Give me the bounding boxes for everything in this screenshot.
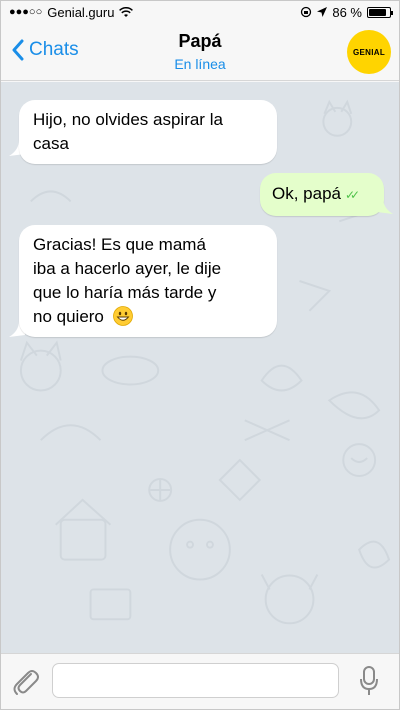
chat-header: Chats Papá En línea GENIAL: [1, 23, 399, 81]
message-composer: [1, 653, 399, 709]
message-line-last: no quiero: [33, 305, 263, 329]
message-bubble-outgoing[interactable]: Ok, papá ✓✓: [260, 173, 384, 216]
message-text: Ok, papá: [272, 184, 341, 203]
location-arrow-icon: [317, 7, 328, 17]
battery-icon: [367, 6, 393, 18]
battery-fill: [369, 8, 387, 16]
message-line: que lo haría más tarde y: [33, 283, 217, 302]
read-receipt-icon: ✓✓: [345, 188, 360, 202]
message-line: Gracias! Es que mamá: [33, 235, 206, 254]
message-input[interactable]: [52, 663, 339, 698]
grinning-face-emoji-icon: [112, 306, 133, 326]
chevron-left-icon: [12, 39, 24, 61]
microphone-icon[interactable]: [359, 665, 379, 697]
avatar-logo-text: GENIAL: [352, 47, 386, 57]
status-bar: ●●●○○ Genial.guru 86 %: [1, 1, 399, 23]
outgoing-bubble-tail: [377, 198, 393, 214]
chat-wallpaper-doodles: [19, 99, 391, 625]
signal-icon: ●●●○○: [9, 6, 43, 18]
wifi-icon: [119, 6, 134, 17]
back-button[interactable]: Chats: [11, 39, 79, 61]
rotation-lock-icon: [301, 6, 312, 18]
back-button-label: Chats: [29, 39, 79, 60]
message-line: iba a hacerlo ayer, le dije: [33, 259, 222, 278]
message-line: casa: [33, 134, 69, 153]
chat-area[interactable]: Hijo, no olvides aspirar la casa Ok, pap…: [1, 82, 399, 655]
phone-screen: ●●●○○ Genial.guru 86 % Chats Papá En lín…: [0, 0, 400, 710]
status-left: ●●●○○ Genial.guru: [9, 4, 134, 20]
contact-avatar[interactable]: GENIAL: [347, 30, 391, 74]
carrier-name: Genial.guru: [47, 4, 115, 20]
battery-percent: 86 %: [332, 4, 362, 20]
message-bubble-incoming[interactable]: Hijo, no olvides aspirar la casa: [19, 100, 277, 164]
message-bubble-incoming[interactable]: Gracias! Es que mamá iba a hacerlo ayer,…: [19, 225, 277, 337]
status-right: 86 %: [300, 4, 393, 20]
message-line: Hijo, no olvides aspirar la: [33, 110, 223, 129]
paperclip-icon[interactable]: [11, 666, 39, 696]
message-line: no quiero: [33, 307, 104, 326]
